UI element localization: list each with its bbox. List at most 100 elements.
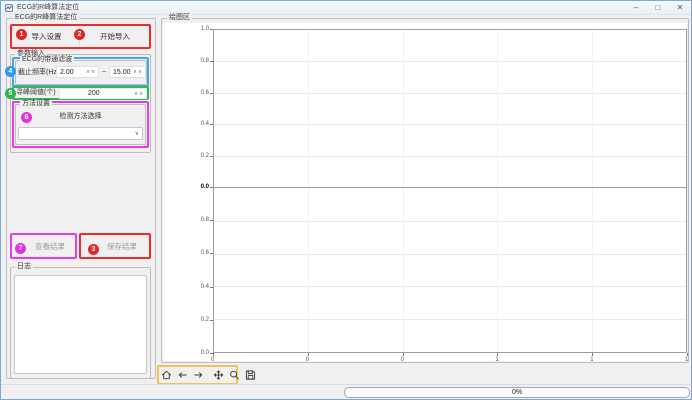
app-window: ECG的R峰算法定位 – □ ✕ ECG的R峰算法定位 导入设置 开始导入 1 …	[0, 0, 692, 400]
plot-toolbar	[160, 368, 257, 382]
gridline-h	[214, 286, 686, 287]
window-controls: – □ ✕	[625, 1, 691, 14]
ytick-label: 1.0	[189, 26, 209, 32]
figure[interactable]: 1.00.80.60.40.20.00.80.60.40.20.0000111	[163, 23, 687, 361]
badge-3: 3	[88, 244, 99, 255]
back-arrow-icon[interactable]	[176, 368, 189, 382]
bandpass-group-title: ECG的带通滤波	[20, 56, 74, 64]
gridline-h	[214, 254, 686, 255]
ytick-label: 0.0	[189, 350, 209, 356]
gridline-h	[214, 124, 686, 125]
gridline-v	[497, 188, 498, 352]
left-panel-group-title: ECG的R峰算法定位	[13, 14, 79, 22]
xtick-mark	[213, 353, 214, 356]
ytick-label: 0.8	[189, 58, 209, 64]
xtick-label: 1	[685, 357, 688, 363]
window-title: ECG的R峰算法定位	[17, 4, 79, 12]
app-icon	[5, 4, 13, 12]
pan-icon[interactable]	[212, 368, 225, 382]
maximize-icon[interactable]: □	[647, 1, 669, 14]
xtick-mark	[687, 353, 688, 356]
gridline-h	[214, 93, 686, 94]
method-select-label: 检测方法选择	[15, 113, 146, 121]
gridline-h	[214, 61, 686, 62]
progress-bar: 0%	[344, 387, 690, 398]
chevron-down-icon: ∨	[135, 130, 142, 137]
spinner-arrows-icon[interactable]: ∧∨	[86, 69, 98, 75]
xtick-label: 1	[590, 357, 593, 363]
gridline-v	[308, 30, 309, 187]
ytick-label: 0.4	[189, 284, 209, 290]
ytick-label-shared: 0.0	[189, 184, 209, 190]
spinner-arrows-icon[interactable]: ∧∨	[133, 69, 145, 75]
zoom-icon[interactable]	[228, 368, 241, 382]
xtick-mark	[592, 353, 593, 356]
minimize-icon[interactable]: –	[625, 1, 647, 14]
log-textarea[interactable]	[14, 275, 147, 374]
ytick-label: 0.2	[189, 153, 209, 159]
tilde-separator: ~	[102, 69, 106, 77]
ytick-mark	[210, 287, 213, 288]
peak-threshold-label: 寻峰阈值(个)	[16, 89, 56, 97]
gridline-v	[403, 30, 404, 187]
method-select-combobox[interactable]: ∨	[18, 127, 143, 140]
title-bar: ECG的R峰算法定位 – □ ✕	[1, 1, 691, 15]
xtick-label: 0	[401, 357, 404, 363]
forward-arrow-icon[interactable]	[192, 368, 205, 382]
high-cutoff-value: 15.00	[110, 69, 133, 76]
ytick-label: 0.6	[189, 90, 209, 96]
home-icon[interactable]	[160, 368, 173, 382]
gridline-v	[497, 30, 498, 187]
ytick-mark	[210, 124, 213, 125]
start-import-button[interactable]: 开始导入	[81, 26, 149, 47]
xtick-label: 1	[495, 357, 498, 363]
ytick-mark	[210, 187, 213, 188]
subplot-top	[213, 29, 687, 188]
plot-group-title: 绘图区	[167, 14, 192, 22]
gridline-h	[214, 156, 686, 157]
badge-2: 2	[74, 29, 85, 40]
low-cutoff-value: 2.00	[57, 69, 86, 76]
badge-5: 5	[5, 88, 16, 99]
close-icon[interactable]: ✕	[669, 1, 691, 14]
badge-1: 1	[16, 29, 27, 40]
xtick-mark	[497, 353, 498, 356]
spinner-arrows-icon[interactable]: ∧∨	[134, 91, 146, 97]
low-cutoff-spinbox[interactable]: 2.00 ∧∨	[56, 66, 99, 78]
ytick-mark	[210, 320, 213, 321]
log-group-title: 日志	[15, 263, 33, 271]
xtick-label: 0	[211, 357, 214, 363]
view-results-button[interactable]: 查看结果	[25, 236, 75, 256]
high-cutoff-spinbox[interactable]: 15.00 ∧∨	[109, 66, 146, 78]
badge-6: 6	[21, 112, 32, 123]
ytick-label: 0.6	[189, 250, 209, 256]
gridline-v	[403, 188, 404, 352]
subplot-bottom	[213, 187, 687, 353]
ytick-mark	[210, 220, 213, 221]
ytick-mark	[210, 29, 213, 30]
progress-value: 0%	[512, 389, 522, 396]
gridline-h	[214, 221, 686, 222]
ytick-mark	[210, 93, 213, 94]
xtick-label: 0	[306, 357, 309, 363]
xtick-mark	[403, 353, 404, 356]
badge-7: 7	[15, 243, 26, 254]
badge-4: 4	[5, 66, 16, 77]
cutoff-frequency-label: 截止频率(Hz):	[18, 69, 61, 77]
gridline-v	[308, 188, 309, 352]
save-icon[interactable]	[244, 368, 257, 382]
peak-threshold-value: 200	[60, 90, 134, 97]
statusbar-divider	[1, 384, 691, 385]
save-results-button[interactable]: 保存结果	[97, 236, 147, 256]
ytick-label: 0.2	[189, 317, 209, 323]
ytick-label: 0.8	[189, 217, 209, 223]
ytick-mark	[210, 253, 213, 254]
gridline-h	[214, 319, 686, 320]
ytick-mark	[210, 156, 213, 157]
method-group-title: 方法设置	[20, 100, 52, 108]
ytick-label: 0.4	[189, 121, 209, 127]
gridline-v	[592, 30, 593, 187]
ytick-mark	[210, 61, 213, 62]
peak-threshold-spinbox[interactable]: 200 ∧∨	[59, 88, 147, 99]
xtick-mark	[308, 353, 309, 356]
